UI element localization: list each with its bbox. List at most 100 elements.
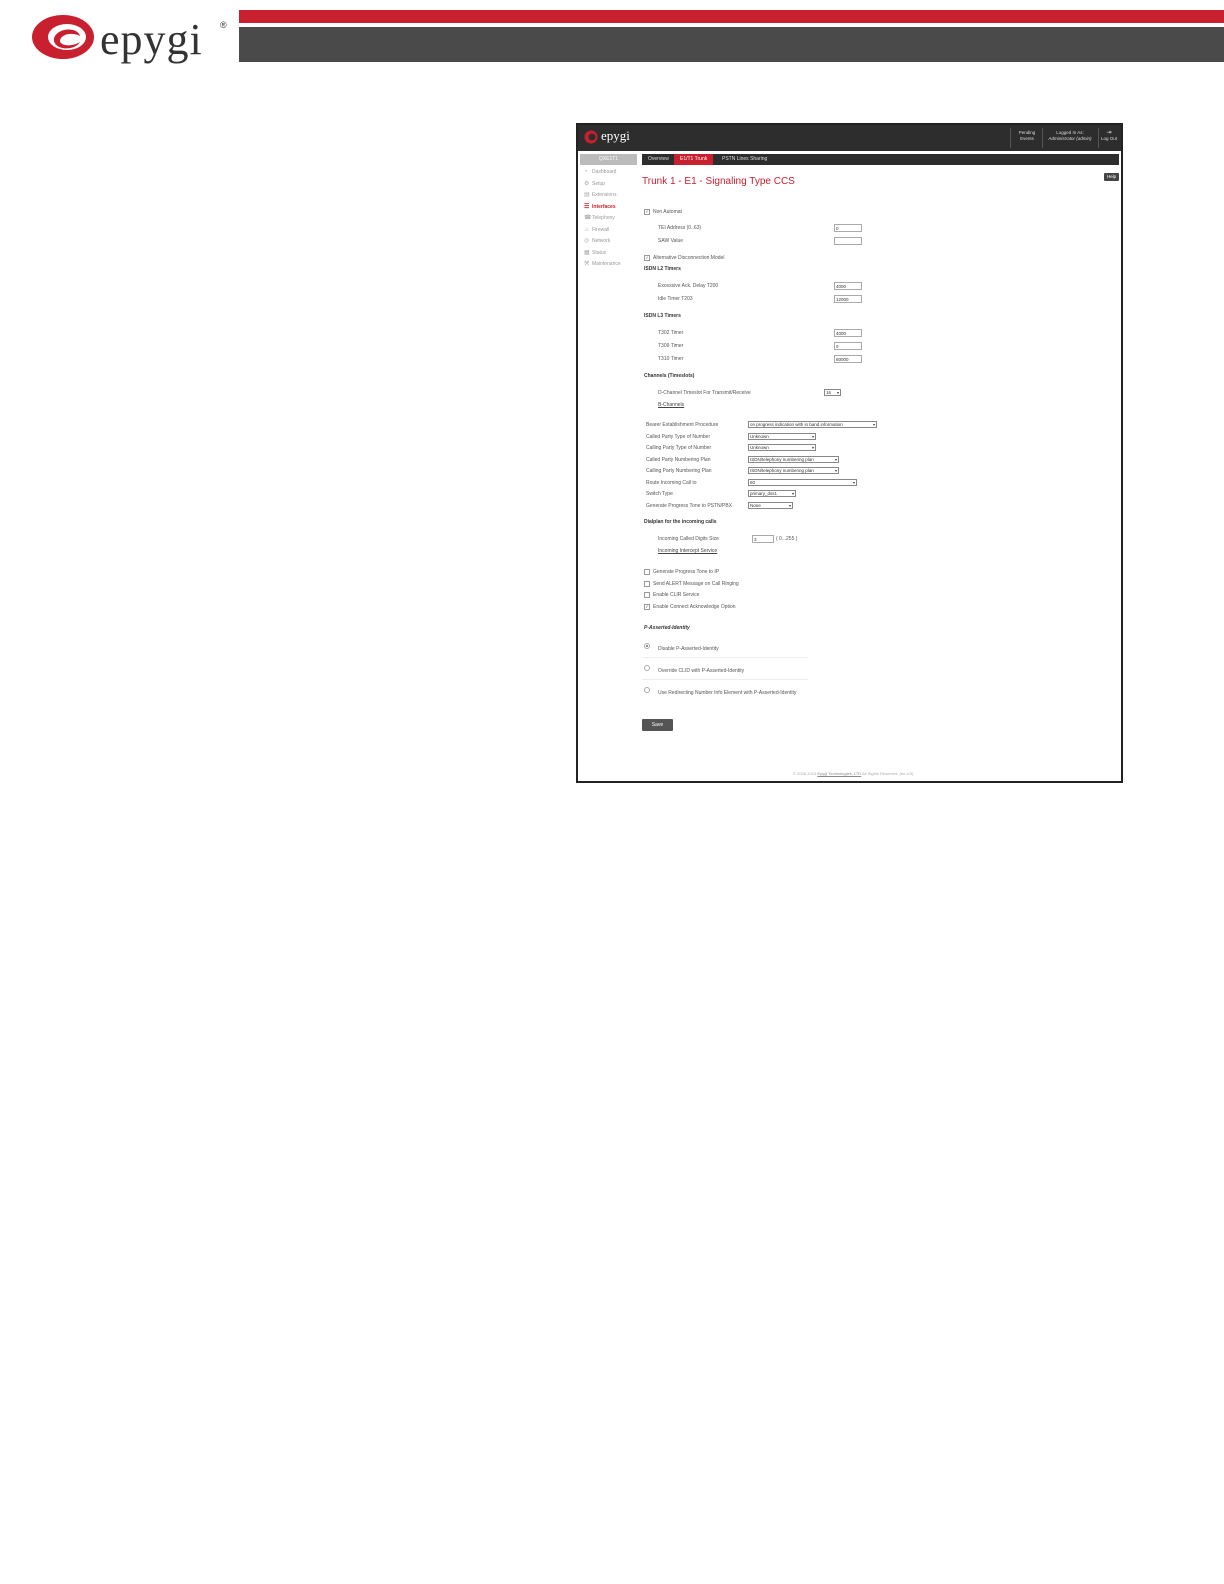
setting-label: Bearer Establishment Procedure: [646, 422, 719, 428]
pending-events-label: Pending Events: [1018, 130, 1036, 141]
help-button[interactable]: Help: [1104, 173, 1119, 181]
b-channels-link[interactable]: B-Channels: [658, 402, 684, 408]
setting-label: Calling Party Type of Number: [646, 445, 712, 451]
phone-icon: ☎: [584, 215, 592, 221]
sidebar-item-extensions[interactable]: ▤ Extensions: [584, 190, 616, 200]
page-title: Trunk 1 - E1 - Signaling Type CCS: [642, 176, 795, 187]
t310-input[interactable]: 60000: [834, 355, 862, 363]
calling-plan-select[interactable]: ISDN/telephony numbering plan ▾: [748, 467, 839, 474]
pending-events-button[interactable]: Pending Events: [1014, 130, 1040, 142]
t309-input[interactable]: 0: [834, 342, 862, 350]
sidebar-item-status[interactable]: ▦ Status: [584, 248, 606, 258]
tab-e1t1-trunk[interactable]: E1/T1 Trunk: [674, 154, 714, 165]
digits-size-input[interactable]: 3: [752, 535, 774, 543]
app-topbar: epygi Pending Events Logged In As: Admin…: [578, 125, 1121, 151]
send-alert-checkbox[interactable]: [644, 580, 650, 587]
isdn-l3-title: ISDN L3 Timers: [644, 313, 681, 319]
saw-value-label: SAW Value: [658, 238, 684, 244]
non-automat-label: Non Automat: [653, 209, 682, 215]
t310-label: T310 Timer: [658, 356, 684, 362]
called-type-select[interactable]: Unknown ▾: [748, 432, 816, 440]
logged-in-user: Administrator (admin): [1048, 136, 1092, 141]
save-button[interactable]: Save: [642, 719, 673, 731]
header-red-bar: [239, 10, 1224, 23]
progress-tone-ip-checkbox[interactable]: [644, 569, 650, 575]
logged-in-info: Logged In As: Administrator (admin): [1044, 130, 1096, 142]
sidebar-item-telephony[interactable]: ☎Telephony: [584, 213, 615, 223]
pai-title: P-Asserted-Identity: [644, 625, 690, 631]
interfaces-icon: ☰: [584, 203, 590, 210]
wrench-icon: ⚒: [584, 261, 590, 267]
sidebar-item-setup[interactable]: ⚙ Setup: [584, 179, 605, 189]
registered-mark: ®: [220, 20, 227, 30]
epygi-swirl-icon: [32, 15, 94, 59]
t302-label: T302 Timer: [658, 330, 684, 336]
sidebar-item-network[interactable]: ◎ Network: [584, 236, 610, 246]
footer-company-link[interactable]: Epygi Technologies, LTD: [817, 771, 861, 776]
t309-label: T309 Timer: [658, 343, 684, 349]
route-incoming-select[interactable]: 60 ▾: [748, 478, 857, 486]
called-plan-select[interactable]: ISDN/telephony numbering plan ▾: [748, 455, 839, 463]
dchannel-select[interactable]: 16 ▾: [824, 389, 841, 396]
connect-ack-checkbox[interactable]: ✓: [644, 603, 650, 610]
chevron-down-icon: ▾: [836, 390, 839, 395]
pai-override-radio[interactable]: [644, 665, 650, 671]
chevron-down-icon: ▾: [811, 433, 814, 439]
t200-input[interactable]: 4000: [834, 282, 862, 290]
option-label: Generate Progress Tone to IP: [653, 569, 720, 575]
sidebar-device-name: QXE1T1: [580, 154, 637, 165]
non-automat-checkbox[interactable]: ✓: [644, 209, 650, 215]
chevron-down-icon: ▾: [872, 422, 875, 427]
tab-overview[interactable]: Overview: [642, 154, 675, 165]
digits-size-label: Incoming Called Digits Size: [658, 536, 719, 542]
incoming-intercept-link[interactable]: Incoming Intercept Service: [658, 548, 717, 554]
epygi-logo: epygi ®: [30, 12, 240, 64]
digits-range: ( 0...255 ): [776, 536, 798, 542]
epygi-small-logo-icon: [584, 130, 598, 144]
logo-wordmark: epygi: [100, 15, 203, 64]
chevron-down-icon: ▾: [811, 445, 814, 450]
pai-disable-radio[interactable]: [644, 643, 650, 649]
dchannel-label: D-Channel Timeslot For Transmit/Receive: [658, 390, 751, 396]
logout-button[interactable]: ⇥ Log Out: [1099, 130, 1119, 142]
clir-checkbox[interactable]: [644, 592, 650, 598]
sidebar-item-firewall[interactable]: ♨ Firewall: [584, 225, 609, 235]
saw-value-input[interactable]: [834, 237, 862, 245]
sidebar-item-maintenance[interactable]: ⚒ Maintenance: [584, 259, 621, 269]
t200-label: Excessive Ack. Delay T200: [658, 283, 719, 289]
alt-disconnect-label: Alternative Disconnection Model: [653, 255, 725, 261]
setting-label: Called Party Numbering Plan: [646, 456, 711, 463]
tei-address-label: TEI Address (0..63): [658, 225, 702, 231]
t203-label: Idle Timer T203: [658, 296, 693, 302]
logout-label: Log Out: [1100, 136, 1117, 141]
footer: © 2006-2014 Epygi Technologies, LTD All …: [793, 771, 914, 776]
switch-type-select[interactable]: primary_dss1 ▾: [748, 490, 796, 497]
option-label: Enable Connect Acknowledge Option: [653, 603, 736, 610]
tei-address-input[interactable]: 0: [834, 224, 862, 232]
setting-label: Route Incoming Call to: [646, 479, 697, 486]
progress-tone-pstn-select[interactable]: None ▾: [748, 501, 793, 509]
pai-option-label: Override CLID with P-Asserted-Identity: [658, 668, 745, 674]
t302-input[interactable]: 4000: [834, 329, 862, 337]
alt-disconnect-checkbox[interactable]: ✓: [644, 255, 650, 261]
setting-label: Calling Party Numbering Plan: [646, 468, 712, 474]
sidebar-item-dashboard[interactable]: ◔ Dashboard: [584, 167, 616, 177]
flame-icon: ♨: [584, 226, 590, 233]
setting-label: Switch Type: [646, 491, 673, 497]
t203-input[interactable]: 12000: [834, 295, 862, 303]
tab-bar: Overview E1/T1 Trunk PSTN Lines Sharing: [642, 154, 1119, 165]
pai-option-label: Use Redirecting Number Info Element with…: [658, 690, 797, 696]
bearer-procedure-select[interactable]: on progress indication with in band info…: [748, 421, 877, 428]
calling-type-select[interactable]: Unknown ▾: [748, 444, 816, 451]
topbar-logo-text: epygi: [601, 128, 630, 143]
chevron-down-icon: ▾: [834, 456, 837, 462]
tab-pstn-lines-sharing[interactable]: PSTN Lines Sharing: [716, 154, 773, 165]
pai-redirecting-radio[interactable]: [644, 687, 650, 693]
dashboard-icon: ◔: [584, 169, 588, 175]
pai-option-label: Disable P-Asserted-Identity: [658, 646, 719, 652]
setting-label: Generate Progress Tone to PSTN/PBX: [646, 502, 733, 509]
ui-screenshot-frame: epygi Pending Events Logged In As: Admin…: [576, 123, 1123, 783]
setting-label: Called Party Type of Number: [646, 433, 711, 440]
sidebar-item-interfaces[interactable]: ☰ Interfaces: [584, 202, 616, 212]
gear-icon: ⚙: [584, 180, 590, 187]
